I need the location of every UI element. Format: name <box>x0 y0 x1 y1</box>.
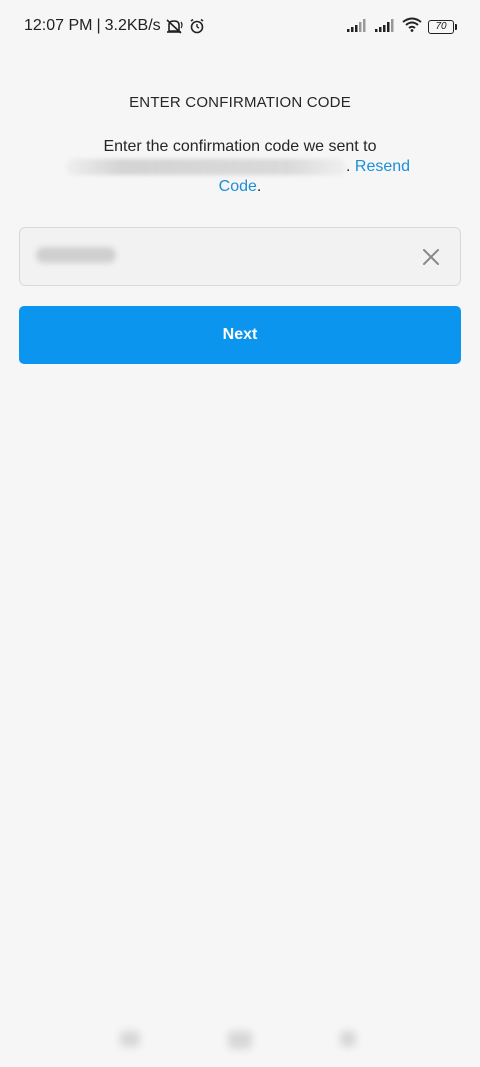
confirmation-code-input[interactable] <box>19 227 461 286</box>
next-button[interactable]: Next <box>19 306 461 364</box>
page-title: ENTER CONFIRMATION CODE <box>129 94 351 111</box>
resend-period: . <box>256 178 262 195</box>
resend-code-link-continued[interactable]: Code <box>219 178 257 195</box>
nav-back-key[interactable] <box>340 1031 356 1047</box>
signal-icon <box>346 18 368 37</box>
resend-code-link[interactable]: Resend <box>355 158 410 176</box>
status-right: 70 <box>346 17 457 37</box>
status-bar: 12:07 PM | 3.2KB/s 70 <box>0 0 480 56</box>
status-left: 12:07 PM | 3.2KB/s <box>24 17 205 35</box>
redacted-code-value <box>36 247 116 263</box>
redacted-phone-number <box>66 159 346 175</box>
network-speed: 3.2KB/s <box>104 17 161 34</box>
wifi-icon <box>402 17 422 37</box>
muted-icon <box>165 18 185 34</box>
clear-input-button[interactable] <box>416 242 446 272</box>
instructions-line-3: Code. <box>0 178 480 196</box>
instructions-line-2: . Resend <box>66 158 410 176</box>
instruction-text: Enter the confirmation code we sent to <box>103 138 377 155</box>
status-time: 12:07 PM <box>24 17 93 34</box>
close-icon <box>423 249 439 265</box>
signal-icon <box>374 18 396 37</box>
system-nav-bar <box>0 1007 480 1067</box>
instruction-period: . <box>346 158 355 175</box>
battery-level: 70 <box>435 21 447 32</box>
alarm-icon <box>189 18 205 34</box>
status-separator: | <box>96 17 101 34</box>
nav-home-key[interactable] <box>228 1031 252 1049</box>
nav-menu-key[interactable] <box>120 1031 140 1047</box>
instructions-line-1: Enter the confirmation code we sent to <box>0 137 480 157</box>
confirmation-screen: 12:07 PM | 3.2KB/s 70 ENTER CONFIRMATION… <box>0 0 480 1067</box>
battery-icon: 70 <box>428 20 457 34</box>
